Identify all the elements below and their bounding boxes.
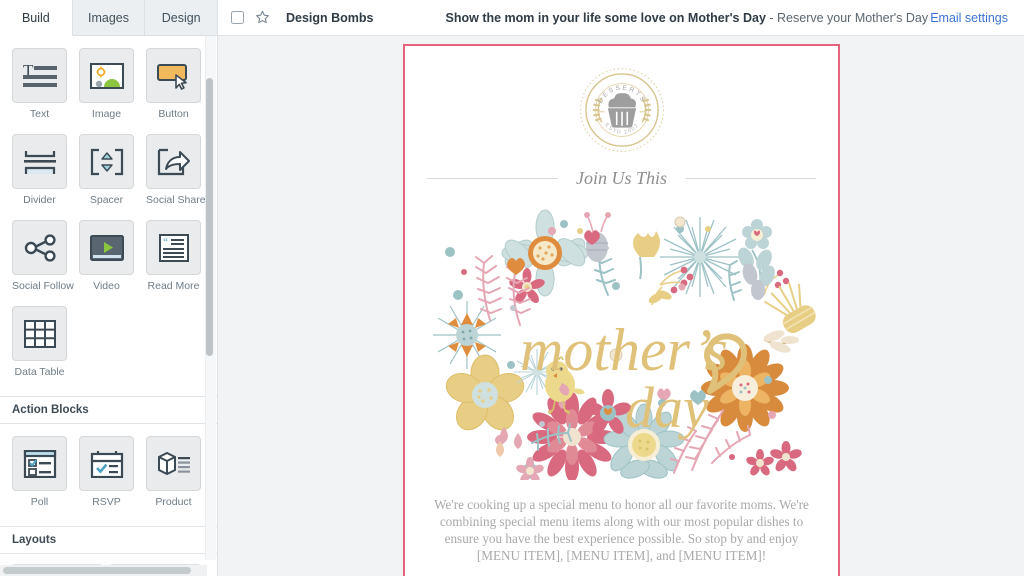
basic-blocks-grid: T Text Image Button Divider Spacer Socia…: [0, 36, 217, 396]
block-label: RSVP: [92, 496, 121, 508]
block-label: Image: [91, 108, 122, 120]
section-heading-layouts: Layouts: [0, 526, 217, 554]
mothers-day-floral-wreath-illustration: mother’s day: [411, 195, 832, 480]
email-heading: Join Us This: [576, 168, 668, 188]
email-hero-image-block[interactable]: mother’s day: [405, 189, 838, 480]
divider-block-icon: [12, 134, 67, 189]
block-data-table[interactable]: Data Table: [0, 306, 67, 378]
sidebar-vertical-scrollbar-track[interactable]: [205, 36, 216, 560]
hero-script-line-2: day: [625, 375, 709, 440]
block-video[interactable]: Video: [67, 220, 134, 292]
block-label: Video: [93, 280, 120, 292]
block-image[interactable]: Image: [67, 48, 134, 120]
block-label: Button: [158, 108, 189, 120]
section-heading-action-blocks: Action Blocks: [0, 396, 217, 424]
block-label: Social Share: [146, 194, 206, 206]
hero-script-line-1: mother’s: [520, 317, 728, 383]
image-block-icon: [79, 48, 134, 103]
sidebar: Build Images Design T Text Image Button …: [0, 0, 218, 576]
block-label: Social Follow: [12, 280, 74, 292]
heading-rule-right: [685, 178, 817, 179]
email-builder-app: Build Images Design T Text Image Button …: [0, 0, 1024, 576]
block-palette: T Text Image Button Divider Spacer Socia…: [0, 36, 217, 576]
data-table-block-icon: [12, 306, 67, 361]
social-follow-block-icon: [12, 220, 67, 275]
email-heading-divider-block: Join Us This: [405, 154, 838, 189]
block-social-follow[interactable]: Social Follow: [0, 220, 74, 292]
text-block-icon: T: [12, 48, 67, 103]
rsvp-calendar-block-icon: [79, 436, 134, 491]
sidebar-tabstrip: Build Images Design: [0, 0, 217, 36]
email-cta-block: Reserve a Table: [405, 564, 838, 576]
email-canvas: DESSERTS ESTD 2002 Join Us This mother’s…: [218, 36, 1024, 576]
block-text[interactable]: T Text: [0, 48, 67, 120]
email-topbar: Design Bombs Show the mom in your life s…: [218, 0, 1024, 36]
block-label: Spacer: [89, 194, 124, 206]
read-more-block-icon: “: [146, 220, 201, 275]
cupcake-icon: DESSERTS ESTD 2002: [579, 68, 664, 152]
heading-rule-left: [427, 178, 558, 179]
sidebar-horizontal-scrollbar-thumb[interactable]: [3, 567, 191, 574]
tab-build[interactable]: Build: [0, 0, 73, 36]
action-blocks-grid: Poll RSVP Product: [0, 424, 217, 526]
social-share-block-icon: [146, 134, 201, 189]
subject-line: Show the mom in your life some love on M…: [446, 11, 931, 25]
star-icon[interactable]: [255, 10, 270, 25]
email-settings-link[interactable]: Email settings: [930, 11, 1008, 25]
email-body-text[interactable]: We're cooking up a special menu to honor…: [405, 480, 838, 564]
block-social-share[interactable]: Social Share: [134, 134, 206, 206]
subject-text: Show the mom in your life some love on M…: [445, 10, 766, 25]
spacer-block-icon: [79, 134, 134, 189]
poll-block-icon: [12, 436, 67, 491]
block-label: Read More: [147, 280, 200, 292]
block-label: Product: [155, 496, 192, 508]
email-logo-block[interactable]: DESSERTS ESTD 2002: [405, 46, 838, 154]
block-rsvp[interactable]: RSVP: [67, 436, 134, 508]
block-label: Poll: [30, 496, 49, 508]
block-label: Data Table: [14, 366, 65, 378]
sidebar-vertical-scrollbar-thumb[interactable]: [206, 78, 213, 356]
block-divider[interactable]: Divider: [0, 134, 67, 206]
tab-images[interactable]: Images: [72, 0, 146, 36]
block-poll[interactable]: Poll: [0, 436, 67, 508]
select-email-checkbox[interactable]: [231, 11, 244, 24]
tab-design[interactable]: Design: [145, 0, 217, 36]
email-preview-container[interactable]: DESSERTS ESTD 2002 Join Us This mother’s…: [403, 44, 840, 576]
product-box-block-icon: [146, 436, 201, 491]
preview-text: - Reserve your Mother's Day table now.: [769, 10, 930, 25]
sidebar-horizontal-scrollbar-track[interactable]: [0, 565, 207, 576]
svg-text:“: “: [163, 237, 168, 248]
block-spacer[interactable]: Spacer: [67, 134, 134, 206]
video-block-icon: [79, 220, 134, 275]
button-block-icon: [146, 48, 201, 103]
block-label: Divider: [23, 194, 56, 206]
sender-name: Design Bombs: [286, 10, 374, 25]
block-label: Text: [29, 108, 50, 120]
block-product[interactable]: Product: [134, 436, 201, 508]
block-button[interactable]: Button: [134, 48, 201, 120]
block-read-more[interactable]: “ Read More: [134, 220, 201, 292]
